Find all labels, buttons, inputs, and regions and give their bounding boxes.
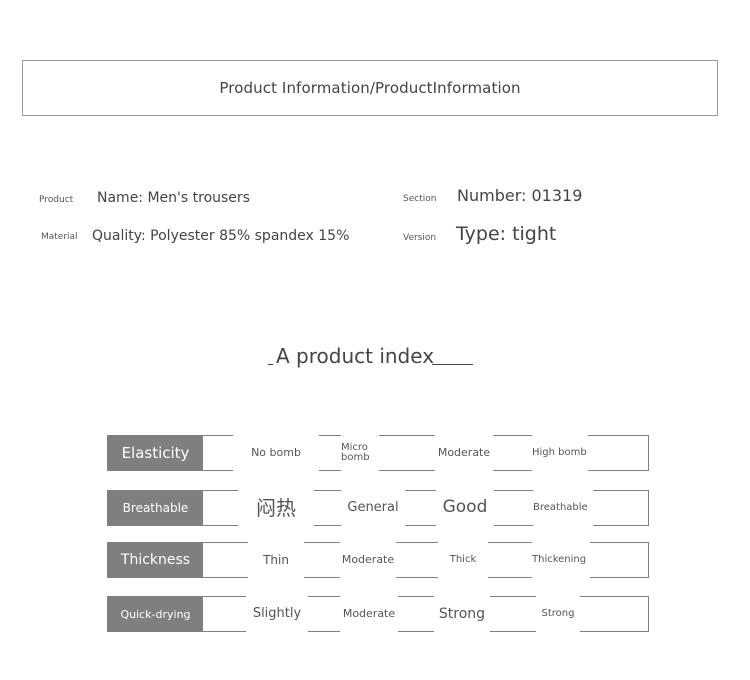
row-label-quick-drying: Quick-drying xyxy=(108,597,203,631)
cell-elasticity-2: Micro bomb xyxy=(341,435,379,471)
cell-quick-drying-4: Strong xyxy=(536,596,580,632)
product-index-heading: A product index xyxy=(276,344,435,368)
index-row-breathable: Breathable 闷热 General Good Breathable xyxy=(107,490,649,526)
row-label-elasticity: Elasticity xyxy=(108,436,203,470)
cell-elasticity-4: High bomb xyxy=(532,435,588,471)
cell-breathable-4: Breathable xyxy=(533,490,593,526)
header-title: Product Information/ProductInformation xyxy=(219,79,521,97)
cell-elasticity-1: No bomb xyxy=(233,435,319,471)
cell-elasticity-3: Moderate xyxy=(435,435,493,471)
section-label: Section xyxy=(403,194,437,204)
cell-breathable-2: General xyxy=(341,490,405,526)
material-quality-value: Quality: Polyester 85% spandex 15% xyxy=(92,228,350,244)
cell-quick-drying-3: Strong xyxy=(434,596,490,632)
cell-quick-drying-1: Slightly xyxy=(246,596,308,632)
version-type-value: Type: tight xyxy=(456,223,557,245)
index-row-elasticity: Elasticity No bomb Micro bomb Moderate H… xyxy=(107,435,649,471)
section-number-value: Number: 01319 xyxy=(457,186,583,205)
product-label: Product xyxy=(39,195,74,205)
cell-thickness-2: Moderate xyxy=(340,542,396,578)
row-label-thickness: Thickness xyxy=(108,543,203,577)
version-label: Version xyxy=(403,233,437,243)
cell-thickness-4: Thickening xyxy=(532,542,590,578)
product-name-value: Name: Men's trousers xyxy=(97,190,250,206)
row-label-breathable: Breathable xyxy=(108,491,203,525)
cell-thickness-1: Thin xyxy=(248,542,304,578)
heading-underline-right xyxy=(432,364,473,365)
index-row-quick-drying: Quick-drying Slightly Moderate Strong St… xyxy=(107,596,649,632)
cell-quick-drying-2: Moderate xyxy=(340,596,398,632)
product-information-header: Product Information/ProductInformation xyxy=(22,60,718,116)
cell-breathable-1: 闷热 xyxy=(238,490,314,526)
heading-underline-left xyxy=(268,364,273,365)
index-row-thickness: Thickness Thin Moderate Thick Thickening xyxy=(107,542,649,578)
cell-thickness-3: Thick xyxy=(438,542,488,578)
cell-breathable-3: Good xyxy=(436,490,494,526)
material-label: Material xyxy=(41,232,78,242)
